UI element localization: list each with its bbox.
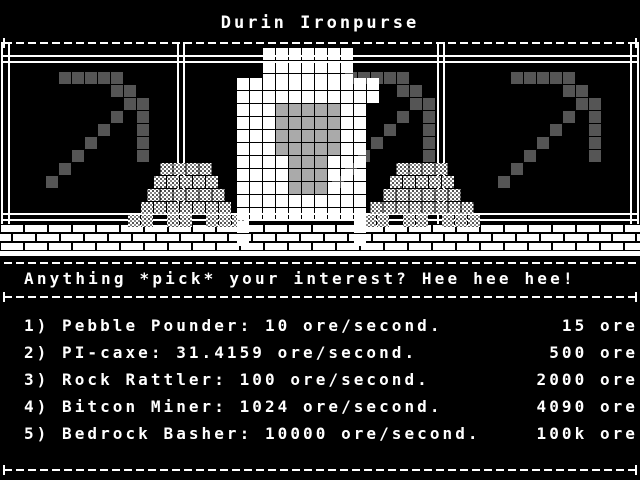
shop-title: Durin Ironpurse — [220, 13, 420, 33]
middle-divider — [4, 262, 636, 264]
shop-item-price: 4090 ore — [536, 397, 638, 416]
bottom-divider — [3, 465, 637, 475]
shop-item-label: 5) Bedrock Basher: 10000 ore/second. — [24, 424, 481, 443]
shop-item-price: 2000 ore — [536, 370, 638, 389]
ore-pile-icon — [364, 163, 480, 227]
shop-item-label: 4) Bitcon Miner: 1024 ore/second. — [24, 397, 443, 416]
shop-item-price: 15 ore — [561, 316, 638, 335]
shop-item-5[interactable]: 5) Bedrock Basher: 10000 ore/second. 100… — [24, 424, 638, 451]
shop-display-art — [0, 42, 640, 256]
dwarf-merchant-sprite — [237, 48, 379, 246]
shop-menu: 1) Pebble Pounder: 10 ore/second. 15 ore… — [24, 316, 638, 451]
shop-item-label: 3) Rock Rattler: 100 ore/second. — [24, 370, 430, 389]
shop-item-4[interactable]: 4) Bitcon Miner: 1024 ore/second. 4090 o… — [24, 397, 638, 424]
merchant-greeting: Anything *pick* your interest? Hee hee h… — [24, 269, 576, 288]
menu-top-divider — [3, 292, 637, 302]
shop-item-label: 1) Pebble Pounder: 10 ore/second. — [24, 316, 443, 335]
pickaxe-icon — [46, 72, 149, 188]
shop-item-3[interactable]: 3) Rock Rattler: 100 ore/second. 2000 or… — [24, 370, 638, 397]
shop-item-1[interactable]: 1) Pebble Pounder: 10 ore/second. 15 ore — [24, 316, 638, 343]
ore-pile-icon — [128, 163, 244, 227]
shop-item-label: 2) PI-caxe: 31.4159 ore/second. — [24, 343, 418, 362]
shop-item-2[interactable]: 2) PI-caxe: 31.4159 ore/second. 500 ore — [24, 343, 638, 370]
shop-item-price: 100k ore — [536, 424, 638, 443]
pickaxe-icon — [498, 72, 601, 188]
shop-item-price: 500 ore — [549, 343, 638, 362]
